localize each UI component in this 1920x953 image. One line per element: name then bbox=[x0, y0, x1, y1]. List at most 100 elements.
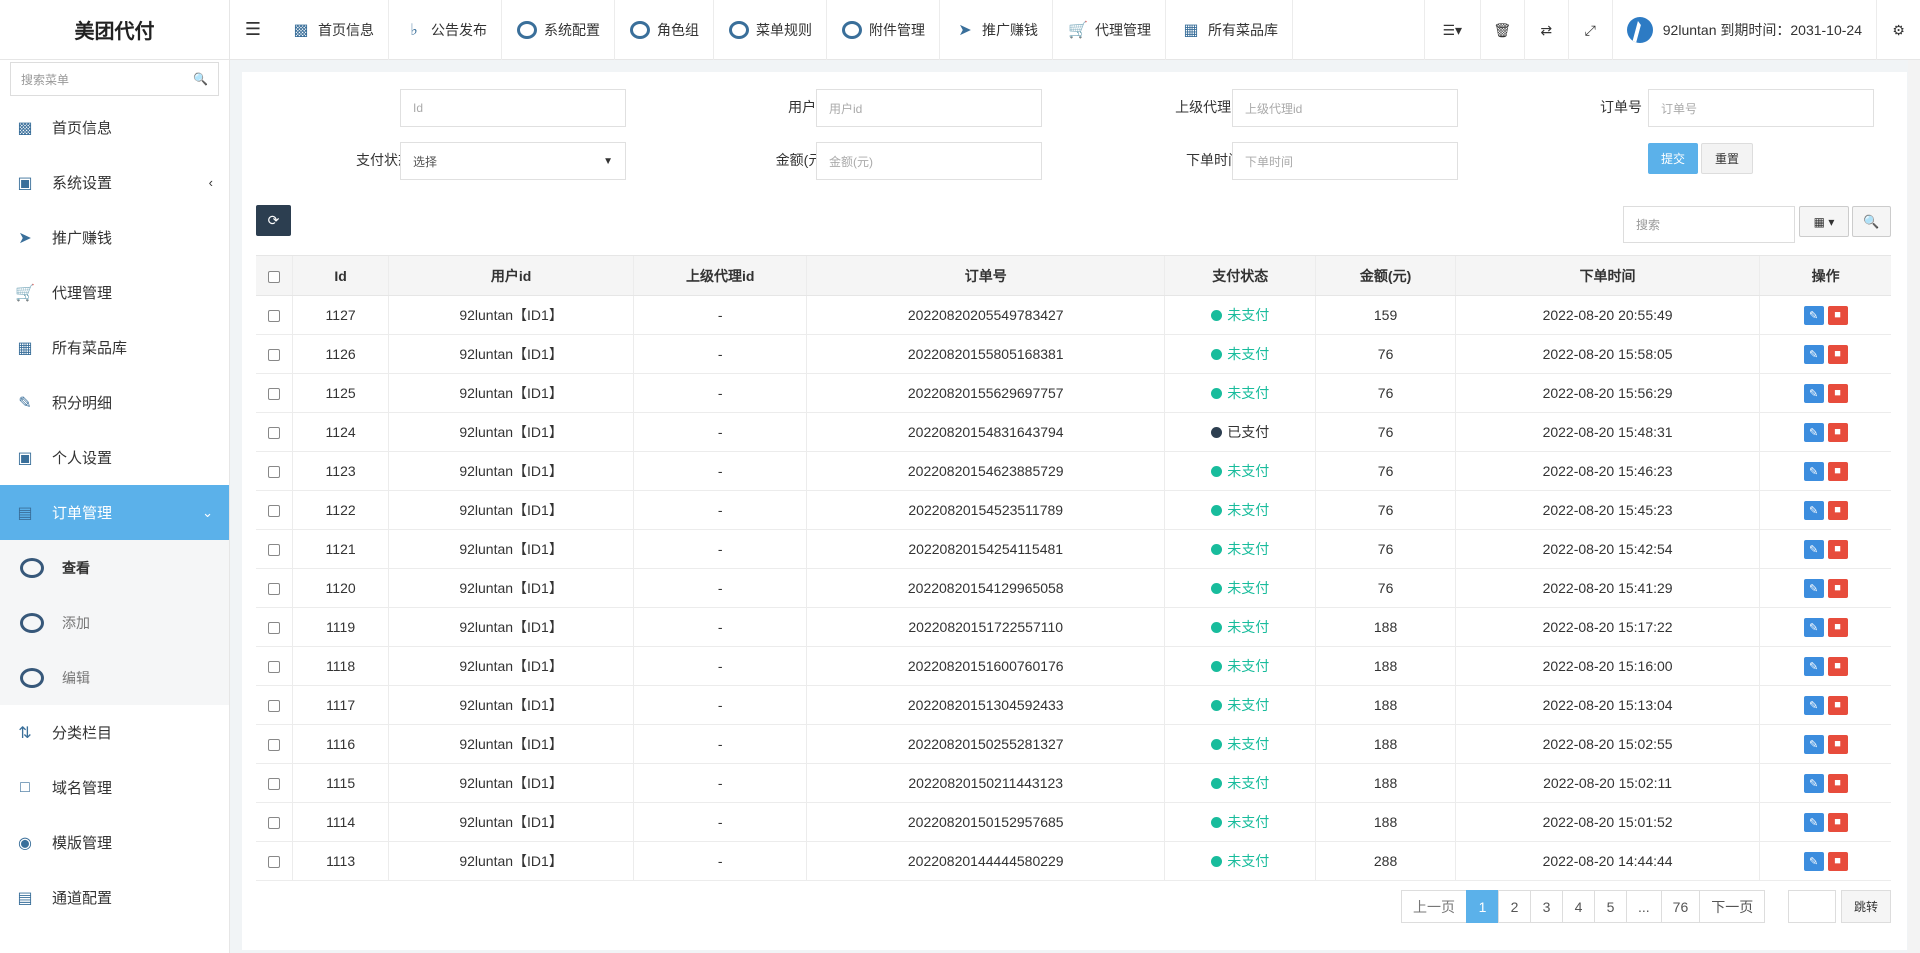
delete-button[interactable]: ■ bbox=[1827, 344, 1848, 364]
edit-button[interactable]: ✎ bbox=[1803, 539, 1824, 559]
filter-order-input[interactable]: 订单号 bbox=[1648, 89, 1874, 127]
submit-button[interactable]: 提交 bbox=[1648, 143, 1698, 174]
row-checkbox[interactable] bbox=[268, 778, 281, 791]
sidebar-item-after-0[interactable]: ⇅ 分类栏目 bbox=[0, 705, 229, 760]
edit-button[interactable]: ✎ bbox=[1803, 578, 1824, 598]
top-tab-3[interactable]: 角色组 bbox=[615, 0, 714, 60]
edit-button[interactable]: ✎ bbox=[1803, 656, 1824, 676]
top-tab-1[interactable]: ♭ 公告发布 bbox=[389, 0, 502, 60]
delete-button[interactable]: ■ bbox=[1827, 500, 1848, 520]
edit-button[interactable]: ✎ bbox=[1803, 851, 1824, 871]
delete-button[interactable]: ■ bbox=[1827, 578, 1848, 598]
sidebar-item-after-2[interactable]: ◉ 模版管理 bbox=[0, 815, 229, 870]
delete-button[interactable]: ■ bbox=[1827, 383, 1848, 403]
refresh-button[interactable]: ⟳ bbox=[256, 205, 291, 236]
sidebar-item-0[interactable]: ▩ 首页信息 bbox=[0, 100, 229, 155]
top-tab-8[interactable]: ▦ 所有菜品库 bbox=[1166, 0, 1293, 60]
delete-button[interactable]: ■ bbox=[1827, 539, 1848, 559]
delete-button[interactable]: ■ bbox=[1827, 734, 1848, 754]
edit-button[interactable]: ✎ bbox=[1803, 422, 1824, 442]
delete-button[interactable]: ■ bbox=[1827, 422, 1848, 442]
list-dropdown-icon[interactable]: ☰▾ bbox=[1423, 0, 1480, 60]
fullscreen-icon[interactable]: ⤢ bbox=[1567, 0, 1612, 60]
row-checkbox[interactable] bbox=[268, 466, 281, 479]
sidebar-item-1[interactable]: ▣ 系统设置 ‹ bbox=[0, 155, 229, 210]
row-checkbox[interactable] bbox=[268, 544, 281, 557]
column-header[interactable]: 用户id bbox=[387, 255, 634, 296]
sidebar-item-3[interactable]: 🛒 代理管理 bbox=[0, 265, 229, 320]
page-jump-input[interactable] bbox=[1788, 890, 1836, 923]
filter-user-input[interactable]: 用户id bbox=[816, 89, 1042, 127]
top-tab-4[interactable]: 菜单规则 bbox=[714, 0, 827, 60]
column-header[interactable]: 订单号 bbox=[806, 255, 1165, 296]
edit-button[interactable]: ✎ bbox=[1803, 383, 1824, 403]
row-checkbox[interactable] bbox=[268, 349, 281, 362]
sidebar-item-7[interactable]: ▤ 订单管理 ⌄ bbox=[0, 485, 229, 540]
filter-parent-input[interactable]: 上级代理id bbox=[1232, 89, 1458, 127]
delete-button[interactable]: ■ bbox=[1827, 461, 1848, 481]
top-tab-7[interactable]: 🛒 代理管理 bbox=[1053, 0, 1166, 60]
page-button[interactable]: ... bbox=[1626, 890, 1662, 923]
filter-id-input[interactable]: Id bbox=[400, 89, 626, 127]
delete-button[interactable]: ■ bbox=[1827, 695, 1848, 715]
sidebar-item-after-1[interactable]: □ 域名管理 bbox=[0, 760, 229, 815]
top-tab-2[interactable]: 系统配置 bbox=[502, 0, 615, 60]
row-checkbox[interactable] bbox=[268, 700, 281, 713]
next-page-button[interactable]: 下一页 bbox=[1699, 890, 1766, 923]
sidebar-subitem-2[interactable]: 编辑 bbox=[0, 650, 229, 705]
page-button[interactable]: 3 bbox=[1530, 890, 1563, 923]
sidebar-item-5[interactable]: ✎ 积分明细 bbox=[0, 375, 229, 430]
row-checkbox[interactable] bbox=[268, 739, 281, 752]
delete-button[interactable]: ■ bbox=[1827, 851, 1848, 871]
edit-button[interactable]: ✎ bbox=[1803, 617, 1824, 637]
row-checkbox[interactable] bbox=[268, 817, 281, 830]
row-checkbox[interactable] bbox=[268, 427, 281, 440]
table-search-button[interactable]: 🔍 bbox=[1852, 206, 1891, 237]
edit-button[interactable]: ✎ bbox=[1803, 461, 1824, 481]
page-jump-button[interactable]: 跳转 bbox=[1841, 890, 1891, 923]
delete-button[interactable]: ■ bbox=[1827, 656, 1848, 676]
sidebar-item-6[interactable]: ▣ 个人设置 bbox=[0, 430, 229, 485]
edit-button[interactable]: ✎ bbox=[1803, 734, 1824, 754]
row-checkbox[interactable] bbox=[268, 622, 281, 635]
row-checkbox[interactable] bbox=[268, 310, 281, 323]
edit-button[interactable]: ✎ bbox=[1803, 305, 1824, 325]
row-checkbox[interactable] bbox=[268, 856, 281, 869]
sidebar-subitem-1[interactable]: 添加 bbox=[0, 595, 229, 650]
edit-button[interactable]: ✎ bbox=[1803, 773, 1824, 793]
page-button[interactable]: 76 bbox=[1660, 890, 1701, 923]
page-button[interactable]: 4 bbox=[1562, 890, 1595, 923]
edit-button[interactable]: ✎ bbox=[1803, 812, 1824, 832]
edit-button[interactable]: ✎ bbox=[1803, 500, 1824, 520]
row-checkbox[interactable] bbox=[268, 388, 281, 401]
filter-pay-select[interactable]: 选择 ▼ bbox=[400, 142, 626, 180]
user-menu[interactable]: 92luntan 到期时间：2031-10-24 bbox=[1611, 0, 1876, 60]
column-header[interactable]: 下单时间 bbox=[1454, 255, 1760, 296]
filter-time-input[interactable]: 下单时间 bbox=[1232, 142, 1458, 180]
columns-toggle-button[interactable]: ▦ ▾ bbox=[1799, 206, 1849, 237]
column-header[interactable]: 支付状态 bbox=[1164, 255, 1316, 296]
page-button[interactable]: 1 bbox=[1466, 890, 1499, 923]
delete-button[interactable]: ■ bbox=[1827, 305, 1848, 325]
app-logo[interactable]: 美团代付 bbox=[0, 0, 230, 60]
reset-button[interactable]: 重置 bbox=[1701, 143, 1753, 174]
menu-toggle-icon[interactable]: ☰ bbox=[230, 0, 276, 60]
table-search-input[interactable]: 搜索 bbox=[1623, 206, 1795, 243]
top-tab-0[interactable]: ▩ 首页信息 bbox=[276, 0, 389, 60]
column-header[interactable]: 操作 bbox=[1759, 255, 1891, 296]
row-checkbox[interactable] bbox=[268, 583, 281, 596]
column-header[interactable]: 金额(元) bbox=[1315, 255, 1456, 296]
edit-button[interactable]: ✎ bbox=[1803, 344, 1824, 364]
gear-icon[interactable]: ⚙ bbox=[1876, 0, 1920, 60]
sidebar-item-after-3[interactable]: ▤ 通道配置 bbox=[0, 870, 229, 925]
sidebar-search-input[interactable]: 搜索菜单 🔍 bbox=[10, 62, 219, 96]
select-all-checkbox[interactable] bbox=[268, 270, 281, 283]
top-tab-6[interactable]: ➤ 推广赚钱 bbox=[940, 0, 1053, 60]
sidebar-subitem-0[interactable]: 查看 bbox=[0, 540, 229, 595]
filter-amount-input[interactable]: 金额(元) bbox=[816, 142, 1042, 180]
page-button[interactable]: 2 bbox=[1498, 890, 1531, 923]
top-tab-5[interactable]: 附件管理 bbox=[827, 0, 940, 60]
page-scrollbar[interactable] bbox=[1908, 60, 1920, 953]
row-checkbox[interactable] bbox=[268, 505, 281, 518]
edit-button[interactable]: ✎ bbox=[1803, 695, 1824, 715]
